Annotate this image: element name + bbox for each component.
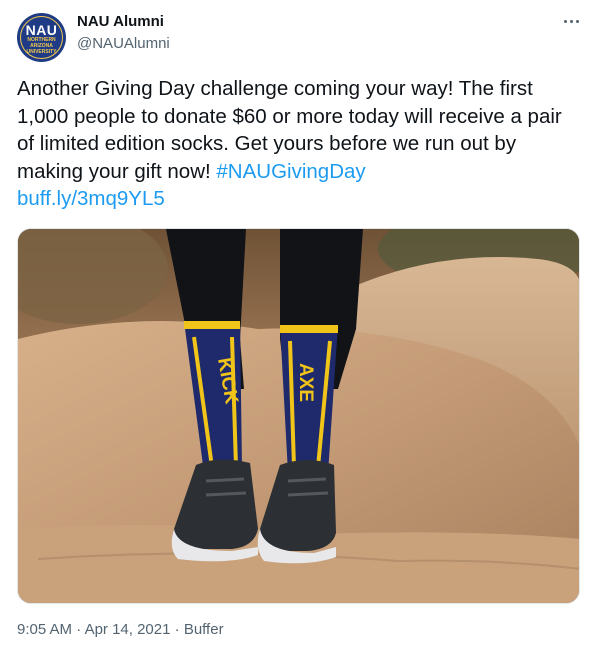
dot (576, 20, 579, 23)
tweet-time[interactable]: 9:05 AM (17, 621, 72, 638)
tweet-source[interactable]: Buffer (184, 621, 224, 638)
author-handle[interactable]: @NAUAlumni (77, 35, 170, 52)
meta-separator: · (174, 621, 180, 638)
url-link[interactable]: buff.ly/3mq9YL5 (17, 187, 165, 210)
dot (564, 20, 567, 23)
tweet-date[interactable]: Apr 14, 2021 (85, 621, 171, 638)
avatar[interactable]: NAU NORTHERN ARIZONA UNIVERSITY (17, 13, 66, 62)
more-horizontal-icon[interactable] (563, 12, 581, 30)
tweet-photo[interactable]: KICK AXE (17, 228, 580, 604)
tweet-text: Another Giving Day challenge coming your… (17, 75, 579, 213)
photo-illustration: KICK AXE (18, 229, 579, 603)
tweet-meta: 9:05 AM · Apr 14, 2021 · Buffer (17, 621, 224, 638)
hashtag-link[interactable]: #NAUGivingDay (216, 160, 365, 183)
avatar-sub-text: NORTHERN ARIZONA UNIVERSITY (26, 37, 57, 55)
avatar-logo-text: NAU (25, 22, 58, 38)
meta-separator: · (76, 621, 82, 638)
sock-right-text: AXE (295, 363, 316, 402)
dot (570, 20, 573, 23)
author-name[interactable]: NAU Alumni (77, 13, 164, 30)
